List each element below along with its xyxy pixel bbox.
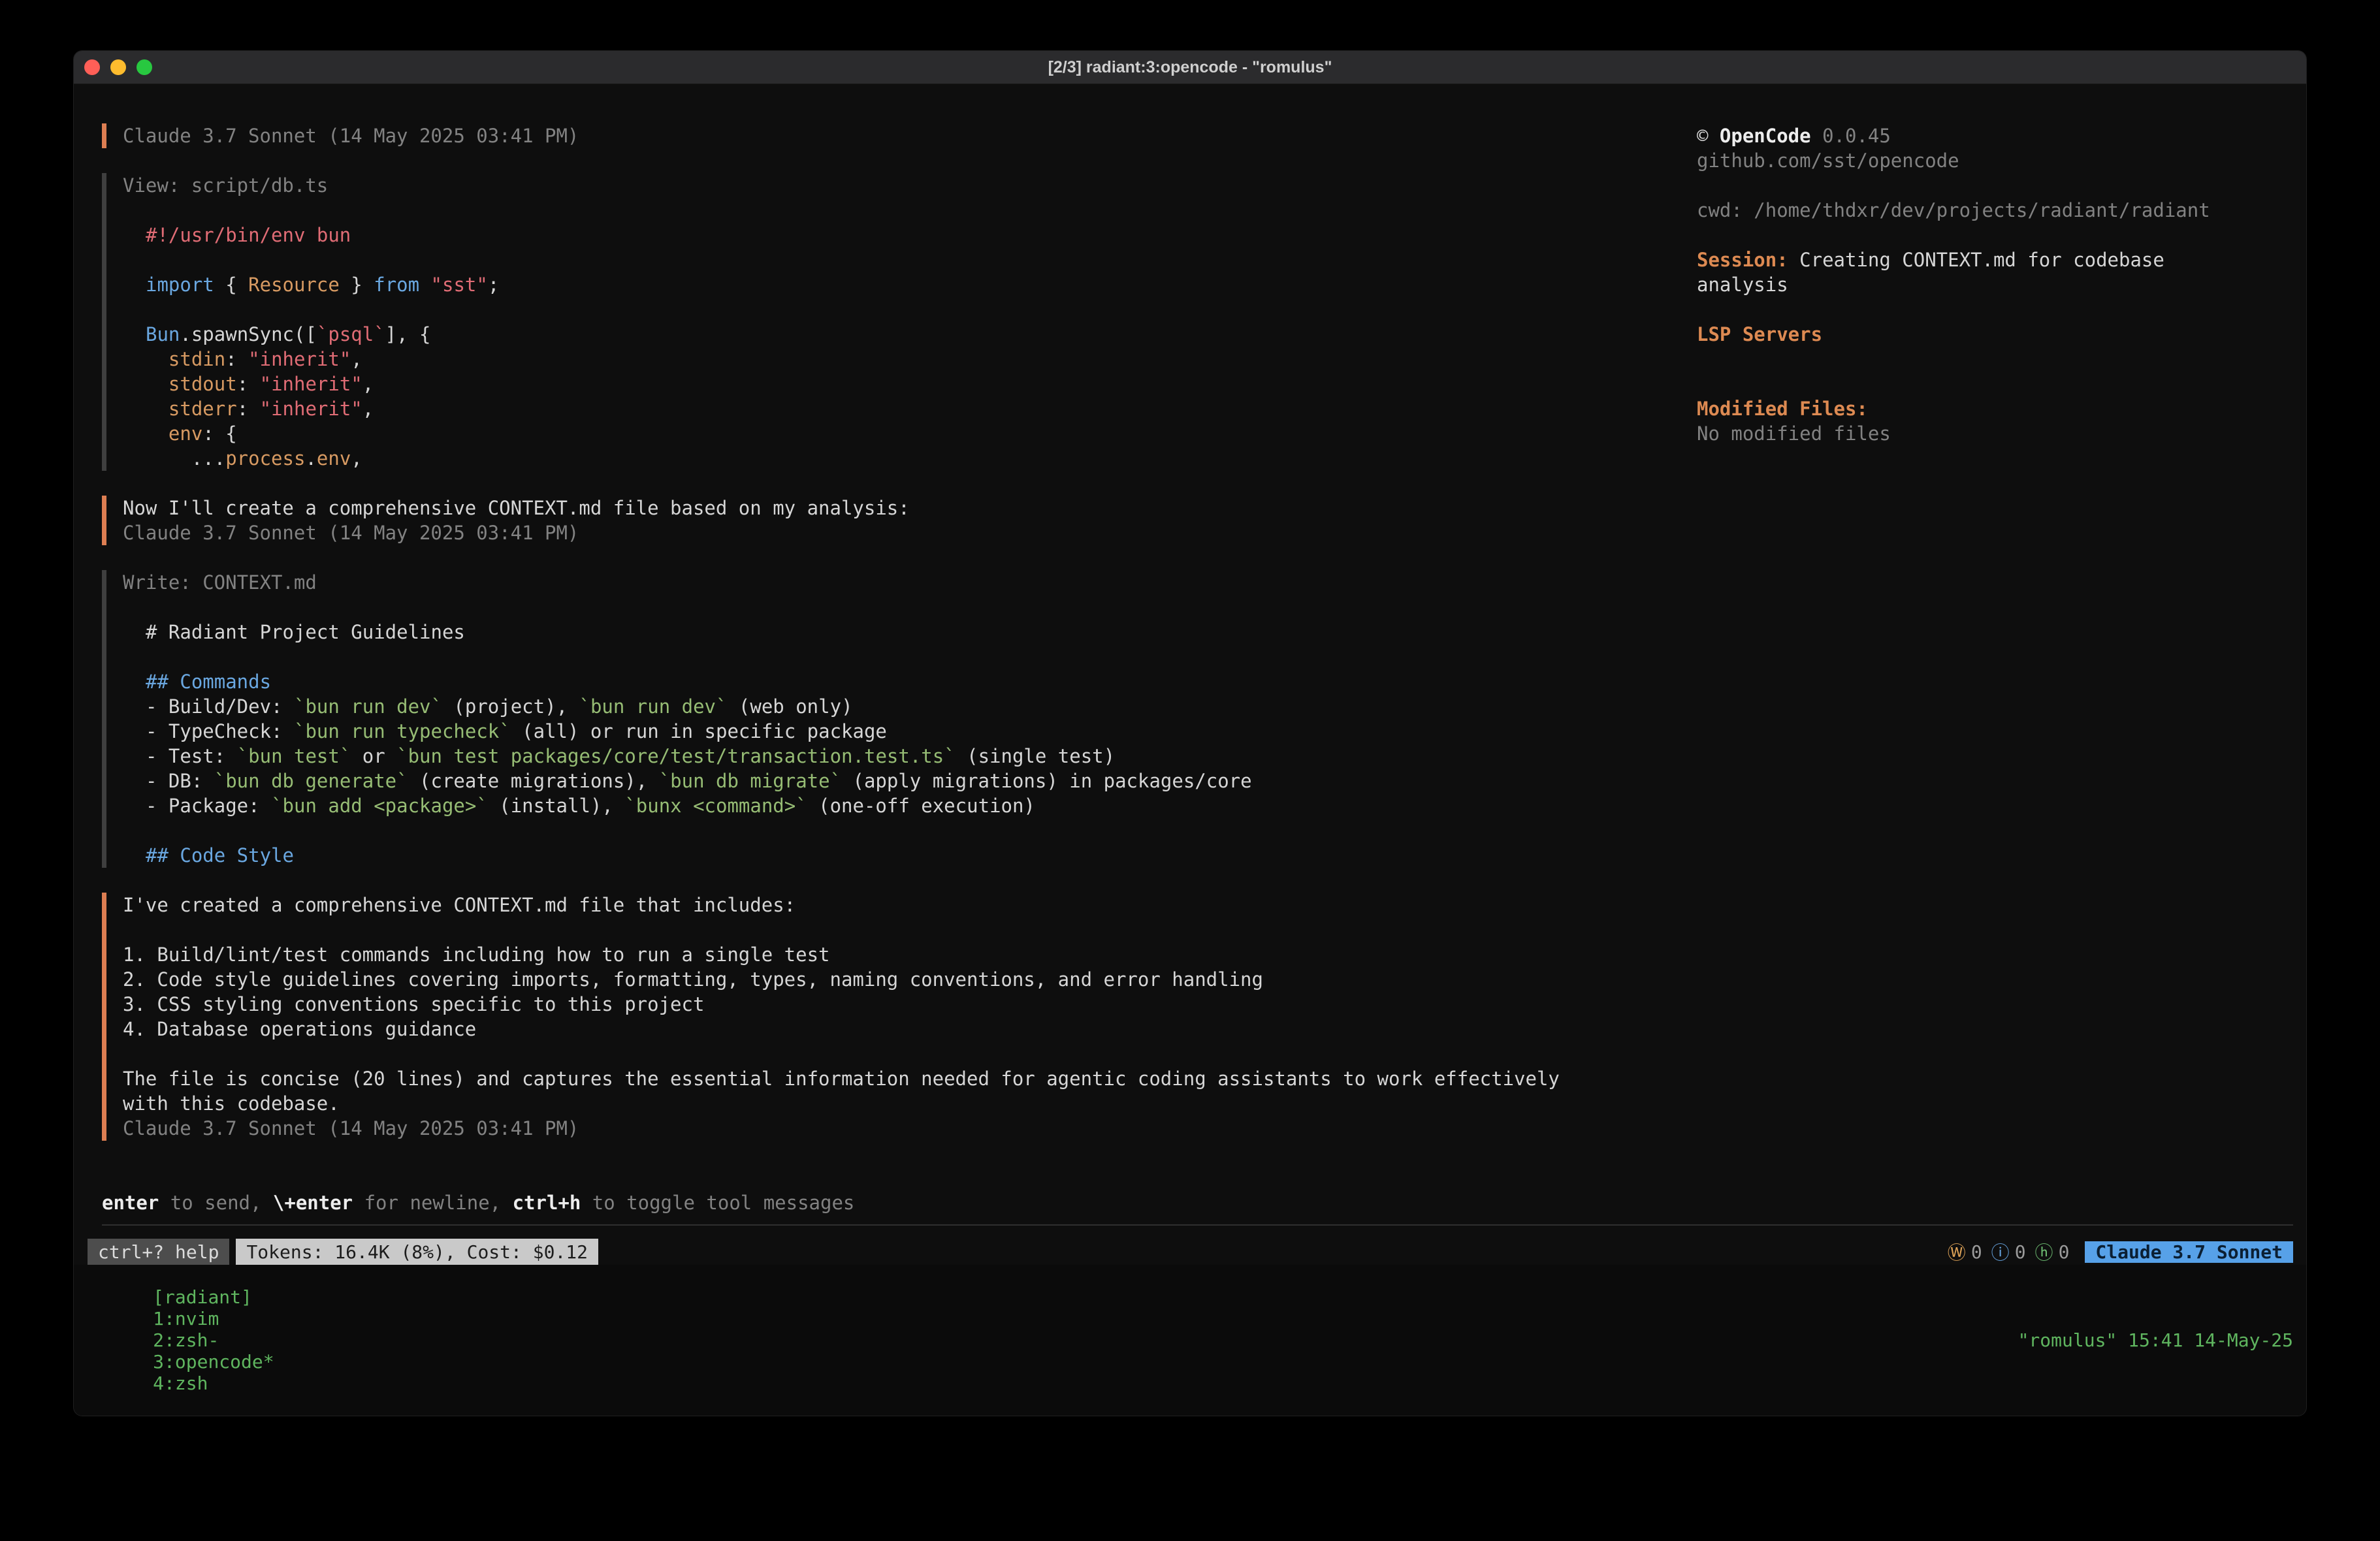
text-line: - Package: `bun add <package>` (install)… bbox=[146, 793, 2306, 818]
diagnostics-counters: Ⓦ 0 ⓘ 0 ⓗ 0 bbox=[1948, 1239, 2070, 1265]
tmux-status-bar: [radiant] 1:nvim 2:zsh- 3:opencode* 4:zs… bbox=[74, 1265, 2306, 1416]
tool-call-title: Write: CONTEXT.md bbox=[123, 570, 2306, 595]
input-separator bbox=[102, 1224, 2293, 1226]
text-line: with this codebase. bbox=[123, 1091, 2306, 1116]
warning-count: 0 bbox=[1971, 1241, 1982, 1263]
text-line bbox=[146, 818, 2306, 843]
text-line: - Test: `bun test` or `bun test packages… bbox=[146, 744, 2306, 769]
markdown-snippet: # Radiant Project Guidelines ## Commands… bbox=[123, 595, 2306, 868]
text-line: 3. CSS styling conventions specific to t… bbox=[123, 992, 2306, 1017]
terminal-window: [2/3] radiant:3:opencode - "romulus" Cla… bbox=[73, 50, 2307, 1416]
app-logo: © OpenCode 0.0.45 bbox=[1697, 123, 2219, 148]
tmux-window-zsh2[interactable]: 2:zsh- bbox=[153, 1329, 219, 1351]
assistant-message-text: Now I'll create a comprehensive CONTEXT.… bbox=[123, 496, 2306, 520]
keybinding-help: enter to send, \+enter for newline, ctrl… bbox=[102, 1190, 2306, 1215]
tmux-session-name: [radiant] bbox=[153, 1286, 252, 1308]
text-line bbox=[123, 917, 2306, 942]
message-model-timestamp: Claude 3.7 Sonnet (14 May 2025 03:41 PM) bbox=[123, 520, 2306, 545]
status-bar-right: Ⓦ 0 ⓘ 0 ⓗ 0 Claude 3.7 Sonnet bbox=[1948, 1239, 2293, 1265]
status-bar: ctrl+? help Tokens: 16.4K (8%), Cost: $0… bbox=[74, 1239, 2306, 1265]
text-line bbox=[146, 595, 2306, 620]
tmux-window-opencode[interactable]: 3:opencode* bbox=[153, 1351, 274, 1373]
cwd-path: cwd: /home/thdxr/dev/projects/radiant/ra… bbox=[1697, 198, 2219, 223]
help-shortcut-chip: ctrl+? help bbox=[88, 1239, 229, 1265]
text-line: - DB: `bun db generate` (create migratio… bbox=[146, 769, 2306, 793]
text-line bbox=[123, 1041, 2306, 1066]
tmux-window-zsh4[interactable]: 4:zsh bbox=[153, 1373, 208, 1394]
warning-icon: Ⓦ bbox=[1948, 1239, 1966, 1265]
tool-call-write-file: Write: CONTEXT.md # Radiant Project Guid… bbox=[102, 570, 2306, 868]
text-line: # Radiant Project Guidelines bbox=[146, 620, 2306, 644]
lsp-servers-heading: LSP Servers bbox=[1697, 322, 2219, 347]
modified-files-heading: Modified Files: bbox=[1697, 396, 2219, 421]
session-title: Session: Creating CONTEXT.md for codebas… bbox=[1697, 247, 2219, 297]
text-line: I've created a comprehensive CONTEXT.md … bbox=[123, 893, 2306, 917]
tmux-window-list: [radiant] 1:nvim 2:zsh- 3:opencode* 4:zs… bbox=[87, 1265, 289, 1416]
assistant-message: Now I'll create a comprehensive CONTEXT.… bbox=[102, 496, 2306, 545]
opencode-tui: Claude 3.7 Sonnet (14 May 2025 03:41 PM)… bbox=[74, 84, 2306, 1239]
text-line bbox=[146, 644, 2306, 669]
sidebar: © OpenCode 0.0.45 github.com/sst/opencod… bbox=[1697, 123, 2219, 446]
model-chip: Claude 3.7 Sonnet bbox=[2085, 1241, 2293, 1263]
hint-count: 0 bbox=[2059, 1241, 2070, 1263]
text-line: 2. Code style guidelines covering import… bbox=[123, 967, 2306, 992]
assistant-final-message: I've created a comprehensive CONTEXT.md … bbox=[102, 893, 2306, 1141]
text-line: ...process.env, bbox=[146, 446, 2306, 471]
tokens-cost-chip: Tokens: 16.4K (8%), Cost: $0.12 bbox=[236, 1239, 598, 1265]
text-line: 1. Build/lint/test commands including ho… bbox=[123, 942, 2306, 967]
text-line: - Build/Dev: `bun run dev` (project), `b… bbox=[146, 694, 2306, 719]
repo-link: github.com/sst/opencode bbox=[1697, 148, 2219, 173]
info-count: 0 bbox=[2015, 1241, 2026, 1263]
text-line: Claude 3.7 Sonnet (14 May 2025 03:41 PM) bbox=[123, 1116, 2306, 1141]
text-line: ## Code Style bbox=[146, 843, 2306, 868]
text-line: ## Commands bbox=[146, 669, 2306, 694]
text-line: - TypeCheck: `bun run typecheck` (all) o… bbox=[146, 719, 2306, 744]
tmux-window-nvim[interactable]: 1:nvim bbox=[153, 1308, 219, 1329]
tmux-host-clock: "romulus" 15:41 14-May-25 bbox=[2018, 1329, 2293, 1351]
text-line: 4. Database operations guidance bbox=[123, 1017, 2306, 1041]
text-line: The file is concise (20 lines) and captu… bbox=[123, 1066, 2306, 1091]
info-icon: ⓘ bbox=[1991, 1239, 2010, 1265]
window-titlebar: [2/3] radiant:3:opencode - "romulus" bbox=[74, 51, 2306, 84]
window-title: [2/3] radiant:3:opencode - "romulus" bbox=[74, 58, 2306, 77]
hint-icon: ⓗ bbox=[2035, 1239, 2053, 1265]
modified-files-empty: No modified files bbox=[1697, 421, 2219, 446]
